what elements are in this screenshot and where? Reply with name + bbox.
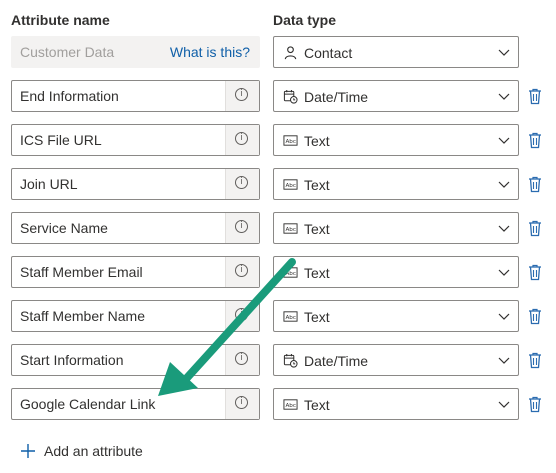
attribute-name-text: Join URL xyxy=(20,176,78,192)
chevron-down-icon xyxy=(498,49,510,56)
data-type-select[interactable]: Abc Text xyxy=(273,124,519,156)
attribute-row: Staff Member Email i Abc Text xyxy=(0,256,556,290)
info-icon: i xyxy=(235,308,248,321)
info-button[interactable]: i xyxy=(225,81,259,111)
data-type-value: Text xyxy=(304,309,330,325)
delete-icon[interactable] xyxy=(527,263,543,281)
data-type-value: Contact xyxy=(304,45,353,61)
svg-text:Abc: Abc xyxy=(285,271,295,277)
text-field-icon: Abc xyxy=(283,179,298,190)
delete-icon[interactable] xyxy=(527,351,543,369)
data-type-select[interactable]: Abc Text xyxy=(273,168,519,200)
contact-type-select[interactable]: Contact xyxy=(273,36,519,68)
info-icon: i xyxy=(235,176,248,189)
attribute-name-text: Google Calendar Link xyxy=(20,396,156,412)
data-type-value: Text xyxy=(304,397,330,413)
info-icon: i xyxy=(235,132,248,145)
chevron-down-icon xyxy=(498,225,510,232)
text-field-icon: Abc xyxy=(283,135,298,146)
attribute-name-text: End Information xyxy=(20,88,119,104)
data-type-value: Date/Time xyxy=(304,89,369,105)
calendar-clock-icon xyxy=(283,353,298,368)
info-icon: i xyxy=(235,396,248,409)
svg-text:Abc: Abc xyxy=(285,139,295,145)
info-button[interactable]: i xyxy=(225,125,259,155)
attribute-name-input[interactable]: Start Information i xyxy=(11,344,260,376)
attribute-row: End Information i Date/Time xyxy=(0,80,556,114)
info-button[interactable]: i xyxy=(225,213,259,243)
info-button[interactable]: i xyxy=(225,301,259,331)
customer-data-field: Customer Data What is this? xyxy=(11,36,260,68)
svg-text:Abc: Abc xyxy=(285,227,295,233)
data-type-value: Text xyxy=(304,265,330,281)
delete-icon[interactable] xyxy=(527,219,543,237)
chevron-down-icon xyxy=(498,181,510,188)
attribute-name-input[interactable]: Service Name i xyxy=(11,212,260,244)
data-type-select[interactable]: Abc Text xyxy=(273,388,519,420)
data-type-header: Data type xyxy=(273,12,337,28)
svg-text:Abc: Abc xyxy=(285,403,295,409)
customer-data-placeholder: Customer Data xyxy=(20,44,115,60)
attribute-name-input[interactable]: End Information i xyxy=(11,80,260,112)
text-field-icon: Abc xyxy=(283,311,298,322)
attribute-name-input[interactable]: Staff Member Email i xyxy=(11,256,260,288)
info-icon: i xyxy=(235,264,248,277)
attribute-name-header: Attribute name xyxy=(11,12,110,28)
attribute-name-input[interactable]: ICS File URL i xyxy=(11,124,260,156)
chevron-down-icon xyxy=(498,401,510,408)
attribute-row: ICS File URL i Abc Text xyxy=(0,124,556,158)
delete-icon[interactable] xyxy=(527,131,543,149)
customer-data-row: Customer Data What is this? Contact xyxy=(0,36,556,70)
chevron-down-icon xyxy=(498,269,510,276)
plus-icon xyxy=(21,444,35,458)
attribute-name-input[interactable]: Join URL i xyxy=(11,168,260,200)
attribute-row: Google Calendar Link i Abc Text xyxy=(0,388,556,422)
attribute-row: Staff Member Name i Abc Text xyxy=(0,300,556,334)
svg-text:Abc: Abc xyxy=(285,183,295,189)
attribute-row: Join URL i Abc Text xyxy=(0,168,556,202)
attribute-name-text: ICS File URL xyxy=(20,132,102,148)
data-type-select[interactable]: Date/Time xyxy=(273,80,519,112)
data-type-value: Text xyxy=(304,133,330,149)
attribute-name-text: Staff Member Name xyxy=(20,308,146,324)
chevron-down-icon xyxy=(498,313,510,320)
info-icon: i xyxy=(235,352,248,365)
attribute-row: Start Information i Date/Time xyxy=(0,344,556,378)
info-button[interactable]: i xyxy=(225,257,259,287)
data-type-value: Date/Time xyxy=(304,353,369,369)
attribute-name-input[interactable]: Staff Member Name i xyxy=(11,300,260,332)
info-button[interactable]: i xyxy=(225,169,259,199)
chevron-down-icon xyxy=(498,357,510,364)
data-type-select[interactable]: Date/Time xyxy=(273,344,519,376)
info-icon: i xyxy=(235,220,248,233)
delete-icon[interactable] xyxy=(527,395,543,413)
data-type-select[interactable]: Abc Text xyxy=(273,256,519,288)
attribute-name-input[interactable]: Google Calendar Link i xyxy=(11,388,260,420)
info-button[interactable]: i xyxy=(225,389,259,419)
person-icon xyxy=(284,46,297,60)
attribute-name-text: Staff Member Email xyxy=(20,264,143,280)
delete-icon[interactable] xyxy=(527,307,543,325)
text-field-icon: Abc xyxy=(283,267,298,278)
text-field-icon: Abc xyxy=(283,223,298,234)
what-is-this-link[interactable]: What is this? xyxy=(170,44,250,60)
delete-icon[interactable] xyxy=(527,175,543,193)
info-icon: i xyxy=(235,88,248,101)
calendar-clock-icon xyxy=(283,89,298,104)
attribute-row: Service Name i Abc Text xyxy=(0,212,556,246)
data-type-value: Text xyxy=(304,177,330,193)
text-field-icon: Abc xyxy=(283,399,298,410)
info-button[interactable]: i xyxy=(225,345,259,375)
chevron-down-icon xyxy=(498,93,510,100)
attribute-name-text: Service Name xyxy=(20,220,108,236)
data-type-select[interactable]: Abc Text xyxy=(273,300,519,332)
data-type-select[interactable]: Abc Text xyxy=(273,212,519,244)
add-attribute-label: Add an attribute xyxy=(44,443,143,459)
attribute-name-text: Start Information xyxy=(20,352,124,368)
svg-text:Abc: Abc xyxy=(285,315,295,321)
chevron-down-icon xyxy=(498,137,510,144)
delete-icon[interactable] xyxy=(527,87,543,105)
data-type-value: Text xyxy=(304,221,330,237)
